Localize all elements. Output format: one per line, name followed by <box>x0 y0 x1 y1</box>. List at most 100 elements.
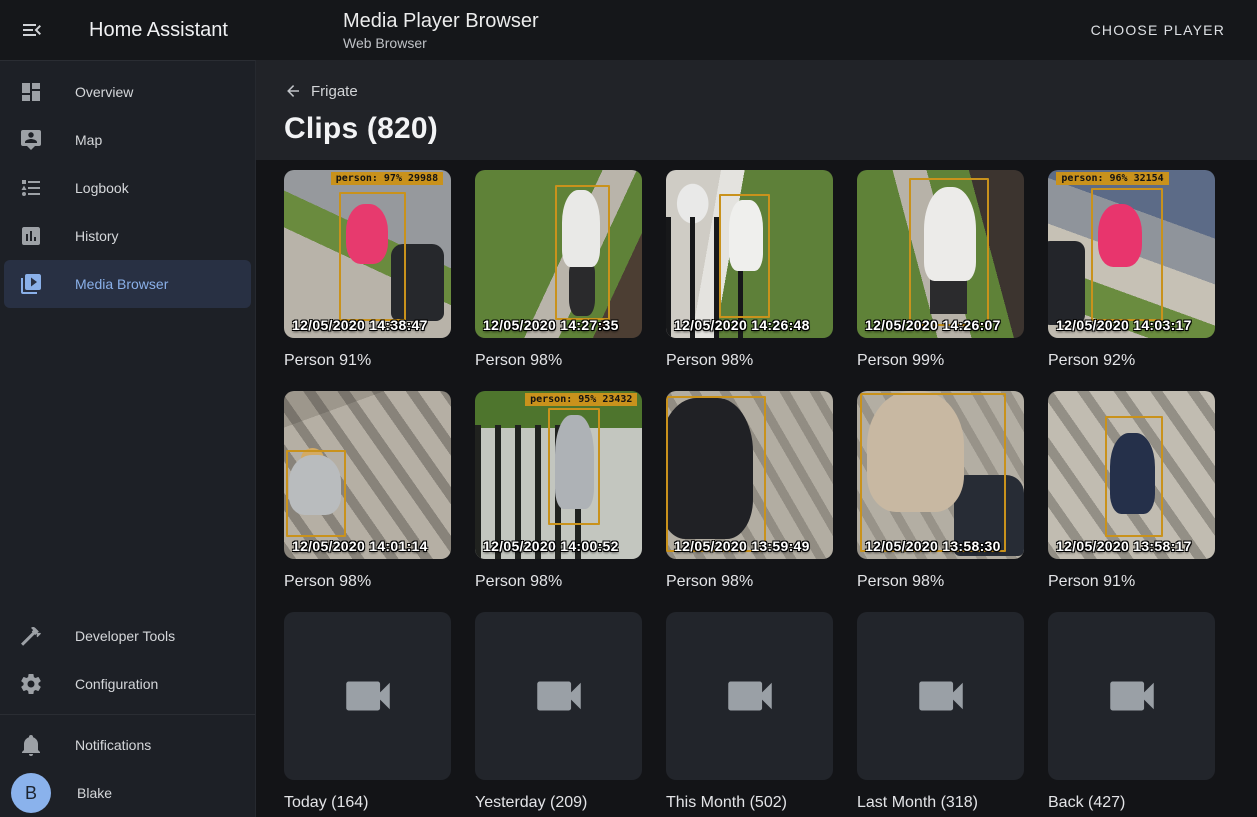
clip-card[interactable]: 12/05/2020 13:58:17 Person 91% <box>1048 391 1215 592</box>
clip-label: Person 91% <box>284 351 451 371</box>
breadcrumb-back[interactable]: Frigate <box>284 82 358 100</box>
user-name-label: Blake <box>77 785 112 801</box>
sidebar: Overview Map Logbook History Media Brows… <box>0 60 256 817</box>
sidebar-item-developer-tools[interactable]: Developer Tools <box>0 612 255 660</box>
detection-chip: person: 96% 32154 <box>1056 172 1168 185</box>
timestamp-overlay: 12/05/2020 13:58:17 <box>1056 538 1192 554</box>
sidebar-item-label: Developer Tools <box>75 628 175 644</box>
clip-thumbnail: 12/05/2020 14:01:14 <box>284 391 451 559</box>
folder-thumbnail <box>1048 612 1215 780</box>
sidebar-item-logbook[interactable]: Logbook <box>0 164 255 212</box>
clip-thumbnail: 12/05/2020 13:59:49 <box>666 391 833 559</box>
page-subtitle: Web Browser <box>343 34 539 52</box>
clip-label: Person 98% <box>666 572 833 592</box>
sidebar-divider <box>0 714 255 715</box>
clip-thumbnail: person: 95% 23432 12/05/2020 14:00:52 <box>475 391 642 559</box>
chart-box-icon <box>19 224 43 248</box>
app-topbar: Home Assistant Media Player Browser Web … <box>0 0 1257 60</box>
timestamp-overlay: 12/05/2020 14:03:17 <box>1056 317 1192 333</box>
folder-label: This Month (502) <box>666 793 833 813</box>
timestamp-overlay: 12/05/2020 14:00:52 <box>483 538 619 554</box>
detection-bbox <box>666 396 766 552</box>
folder-label: Today (164) <box>284 793 451 813</box>
clip-label: Person 98% <box>475 572 642 592</box>
video-camera-icon <box>721 667 779 725</box>
hammer-icon <box>19 624 43 648</box>
gear-icon <box>19 672 43 696</box>
media-grid-container: person: 97% 29988 12/05/2020 14:38:47 Pe… <box>256 160 1257 817</box>
clip-thumbnail: 12/05/2020 14:27:35 <box>475 170 642 338</box>
detection-bbox <box>555 185 610 319</box>
clip-label: Person 98% <box>666 351 833 371</box>
clip-card[interactable]: 12/05/2020 14:01:14 Person 98% <box>284 391 451 592</box>
clip-card[interactable]: 12/05/2020 13:59:49 Person 98% <box>666 391 833 592</box>
folder-card-last-month[interactable]: Last Month (318) <box>857 612 1024 813</box>
folder-card-yesterday[interactable]: Yesterday (209) <box>475 612 642 813</box>
bulleted-list-icon <box>19 176 43 200</box>
detection-bbox <box>719 194 769 318</box>
folder-card-back[interactable]: Back (427) <box>1048 612 1215 813</box>
clip-card[interactable]: person: 95% 23432 12/05/2020 14:00:52 Pe… <box>475 391 642 592</box>
sidebar-item-label: Notifications <box>75 737 151 753</box>
menu-open-icon[interactable] <box>20 18 44 42</box>
clip-label: Person 98% <box>857 572 1024 592</box>
user-avatar: B <box>11 773 51 813</box>
timestamp-overlay: 12/05/2020 14:27:35 <box>483 317 619 333</box>
clip-thumbnail: 12/05/2020 13:58:17 <box>1048 391 1215 559</box>
clip-thumbnail: person: 96% 32154 12/05/2020 14:03:17 <box>1048 170 1215 338</box>
clip-card[interactable]: 12/05/2020 14:26:48 Person 98% <box>666 170 833 371</box>
detection-bbox <box>1091 188 1163 321</box>
page-title: Media Player Browser <box>343 9 539 33</box>
timestamp-overlay: 12/05/2020 14:38:47 <box>292 317 428 333</box>
topbar-main: Media Player Browser Web Browser CHOOSE … <box>256 9 1257 52</box>
detection-bbox <box>548 408 600 526</box>
clip-label: Person 98% <box>475 351 642 371</box>
sidebar-item-map[interactable]: Map <box>0 116 255 164</box>
clip-card[interactable]: 12/05/2020 14:26:07 Person 99% <box>857 170 1024 371</box>
folder-thumbnail <box>666 612 833 780</box>
sidebar-item-history[interactable]: History <box>0 212 255 260</box>
sidebar-item-media-browser[interactable]: Media Browser <box>4 260 251 308</box>
video-camera-icon <box>912 667 970 725</box>
clip-label: Person 98% <box>284 572 451 592</box>
page-titles: Media Player Browser Web Browser <box>343 9 539 52</box>
sidebar-item-overview[interactable]: Overview <box>0 68 255 116</box>
sidebar-item-label: Logbook <box>75 180 129 196</box>
clip-thumbnail: person: 97% 29988 12/05/2020 14:38:47 <box>284 170 451 338</box>
timestamp-overlay: 12/05/2020 14:26:48 <box>674 317 810 333</box>
sidebar-item-user[interactable]: B Blake <box>0 769 255 817</box>
clip-card[interactable]: 12/05/2020 13:58:30 Person 98% <box>857 391 1024 592</box>
detection-bbox <box>339 192 406 321</box>
detection-bbox <box>1105 416 1163 537</box>
timestamp-overlay: 12/05/2020 13:59:49 <box>674 538 810 554</box>
media-browser-header: Frigate Clips (820) <box>256 60 1257 160</box>
timestamp-overlay: 12/05/2020 13:58:30 <box>865 538 1001 554</box>
sidebar-item-label: History <box>75 228 119 244</box>
media-grid: person: 97% 29988 12/05/2020 14:38:47 Pe… <box>284 170 1229 813</box>
folder-card-today[interactable]: Today (164) <box>284 612 451 813</box>
timestamp-overlay: 12/05/2020 14:01:14 <box>292 538 428 554</box>
sidebar-item-label: Configuration <box>75 676 158 692</box>
video-camera-icon <box>339 667 397 725</box>
clip-card[interactable]: 12/05/2020 14:27:35 Person 98% <box>475 170 642 371</box>
sidebar-spacer <box>0 308 255 612</box>
folder-label: Yesterday (209) <box>475 793 642 813</box>
clip-label: Person 91% <box>1048 572 1215 592</box>
folder-card-this-month[interactable]: This Month (502) <box>666 612 833 813</box>
arrow-left-icon <box>284 82 302 100</box>
sidebar-item-label: Map <box>75 132 102 148</box>
sidebar-item-label: Media Browser <box>75 276 168 292</box>
detection-bbox <box>909 178 989 326</box>
choose-player-button[interactable]: CHOOSE PLAYER <box>1083 14 1233 46</box>
breadcrumb-label: Frigate <box>311 83 358 100</box>
app-title: Home Assistant <box>89 19 228 42</box>
sidebar-item-configuration[interactable]: Configuration <box>0 660 255 708</box>
tooltip-account-icon <box>19 128 43 152</box>
clip-thumbnail: 12/05/2020 13:58:30 <box>857 391 1024 559</box>
clip-card[interactable]: person: 97% 29988 12/05/2020 14:38:47 Pe… <box>284 170 451 371</box>
page-heading: Clips (820) <box>284 112 1229 146</box>
clip-card[interactable]: person: 96% 32154 12/05/2020 14:03:17 Pe… <box>1048 170 1215 371</box>
topbar-left: Home Assistant <box>0 18 256 42</box>
sidebar-item-notifications[interactable]: Notifications <box>0 721 255 769</box>
folder-label: Last Month (318) <box>857 793 1024 813</box>
